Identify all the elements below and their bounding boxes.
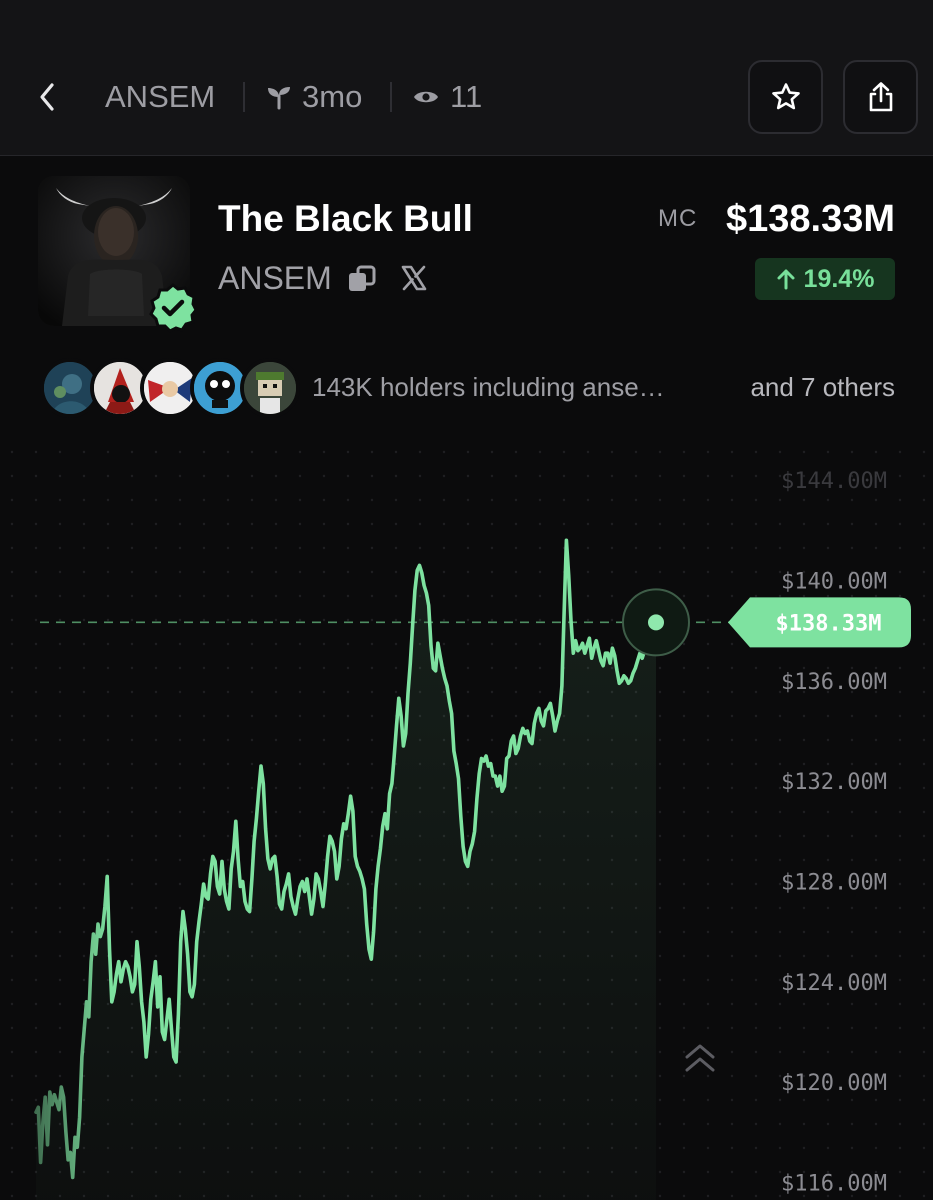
divider [390, 82, 392, 112]
age-label: 3mo [302, 79, 363, 114]
token-name: The Black Bull [218, 198, 473, 239]
share-button[interactable] [843, 60, 918, 134]
holders-summary[interactable]: 143K holders including anse… [312, 372, 665, 403]
token-ticker: ANSEM [218, 260, 332, 296]
x-logo-icon[interactable] [400, 264, 428, 292]
views-count: 11 [450, 79, 483, 114]
top-bar: ANSEM 3mo 11 [0, 0, 933, 156]
y-axis-tick-label: $132.00M [781, 770, 887, 795]
eye-icon [414, 91, 438, 103]
current-price-label: $138.33M [776, 611, 882, 636]
current-point [648, 614, 664, 631]
y-axis-tick-label: $120.00M [781, 1071, 887, 1096]
mc-value: $138.33M [725, 198, 895, 240]
arrow-up-icon [777, 269, 795, 290]
y-axis-tick-label: $124.00M [781, 971, 887, 996]
back-button[interactable] [30, 74, 64, 120]
y-axis-tick-label: $144.00M [781, 469, 887, 494]
holder-avatar[interactable] [240, 358, 300, 418]
sprout-icon [268, 87, 290, 110]
current-price-tag: $138.33M [728, 597, 911, 648]
y-axis-tick-label: $136.00M [781, 670, 887, 695]
y-axis-tick-label: $140.00M [781, 569, 887, 594]
y-axis-tick-label: $128.00M [781, 870, 887, 895]
holders-others[interactable]: and 7 others [750, 372, 895, 403]
y-axis-tick-label: $116.00M [781, 1171, 887, 1196]
verified-check-icon [149, 283, 198, 333]
copy-icon[interactable] [347, 264, 377, 294]
favorite-button[interactable] [748, 60, 823, 134]
star-icon [771, 83, 800, 110]
divider [243, 82, 245, 112]
price-chart[interactable]: $144.00M $140.00M $136.00M $132.00M $128.00M… [0, 440, 933, 1200]
chevron-left-icon [40, 83, 54, 111]
views-info: 11 [412, 76, 482, 118]
age-info: 3mo [266, 76, 362, 118]
price-change-badge: 19.4% [755, 258, 895, 300]
price-change-value: 19.4% [803, 264, 875, 293]
header-ticker[interactable]: ANSEM [105, 76, 215, 118]
mc-label: MC [658, 205, 698, 232]
share-icon [869, 82, 892, 112]
